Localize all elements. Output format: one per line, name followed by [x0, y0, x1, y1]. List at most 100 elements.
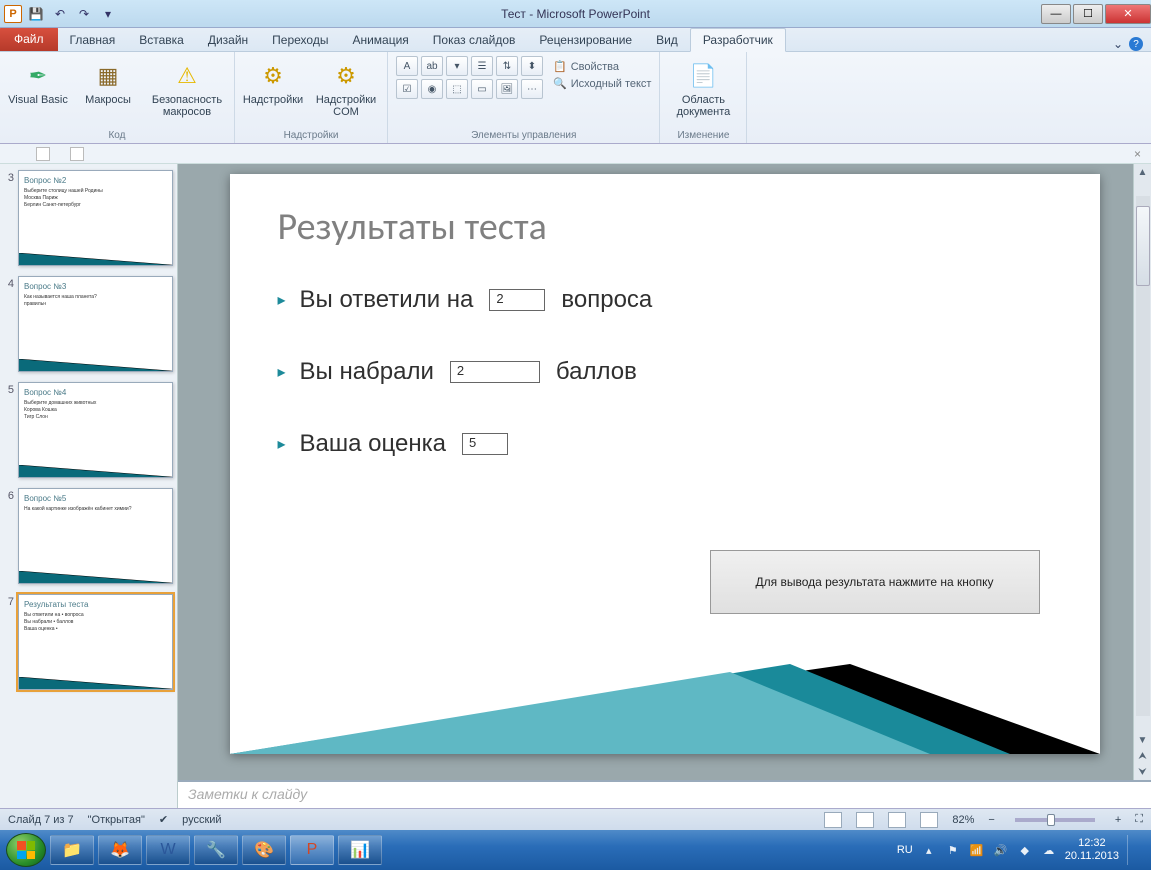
grade-textbox[interactable]: 5 [462, 433, 508, 455]
tab-slideshow[interactable]: Показ слайдов [421, 29, 528, 51]
row-text[interactable]: Ваша оценка [300, 430, 446, 458]
start-button[interactable] [6, 833, 46, 867]
pane-close-icon[interactable]: × [1134, 147, 1141, 161]
minimize-ribbon-icon[interactable]: ⌄ [1113, 37, 1123, 51]
maximize-button[interactable]: ☐ [1073, 4, 1103, 24]
control-spin[interactable]: ⇅ [496, 56, 518, 76]
tab-animation[interactable]: Анимация [340, 29, 420, 51]
help-icon[interactable]: ? [1129, 37, 1143, 51]
thumbnail-row[interactable]: 7Результаты тестаВы ответили на • вопрос… [4, 594, 173, 690]
fit-window-button[interactable]: ⛶ [1135, 813, 1143, 826]
task-app[interactable]: 📊 [338, 835, 382, 865]
tab-transitions[interactable]: Переходы [260, 29, 340, 51]
control-button[interactable]: ▭ [471, 79, 493, 99]
control-image[interactable]: 🖼 [496, 79, 518, 99]
normal-view-button[interactable] [824, 812, 842, 828]
tray-volume-icon[interactable]: 🔊 [993, 842, 1009, 858]
task-explorer[interactable]: 📁 [50, 835, 94, 865]
tab-home[interactable]: Главная [58, 29, 128, 51]
zoom-in-button[interactable]: + [1115, 814, 1121, 826]
tray-show-hidden-icon[interactable]: ▴ [921, 842, 937, 858]
task-paint[interactable]: 🎨 [242, 835, 286, 865]
control-scroll[interactable]: ⬍ [521, 56, 543, 76]
thumbnail-row[interactable]: 6Вопрос №5На какой картинке изображён ка… [4, 488, 173, 584]
task-word[interactable]: W [146, 835, 190, 865]
row-text[interactable]: Вы ответили на [300, 286, 474, 314]
thumbnail[interactable]: Вопрос №4Выберите домашних животныхКоров… [18, 382, 173, 478]
control-combo[interactable]: ▾ [446, 56, 468, 76]
tray-flag-icon[interactable]: ⚑ [945, 842, 961, 858]
control-more[interactable]: ⋯ [521, 79, 543, 99]
minimize-button[interactable]: — [1041, 4, 1071, 24]
control-option[interactable]: ◉ [421, 79, 443, 99]
thumbnail-row[interactable]: 3Вопрос №2Выберите столицу нашей РодиныМ… [4, 170, 173, 266]
qat-customize-button[interactable]: ▾ [98, 5, 118, 23]
scroll-track[interactable] [1136, 196, 1150, 716]
vertical-scrollbar[interactable]: ▲ ▼ ⮝ ⮟ [1133, 164, 1151, 780]
scroll-down-icon[interactable]: ▼ [1134, 732, 1151, 748]
view-code-button[interactable]: 🔍Исходный текст [553, 77, 651, 90]
control-toggle[interactable]: ⬚ [446, 79, 468, 99]
addins-button[interactable]: Надстройки [243, 56, 303, 106]
com-addins-button[interactable]: Надстройки COM [313, 56, 379, 118]
visual-basic-button[interactable]: Visual Basic [8, 56, 68, 106]
control-label[interactable]: A [396, 56, 418, 76]
task-powerpoint[interactable]: P [290, 835, 334, 865]
scroll-thumb[interactable] [1136, 206, 1150, 286]
close-button[interactable]: ✕ [1105, 4, 1151, 24]
tray-cloud-icon[interactable]: ☁ [1041, 842, 1057, 858]
document-panel-button[interactable]: Область документа [668, 56, 738, 118]
notes-pane[interactable]: Заметки к слайду [178, 780, 1151, 808]
tab-view[interactable]: Вид [644, 29, 690, 51]
zoom-value[interactable]: 82% [952, 814, 974, 826]
outline-tab-icon[interactable] [70, 147, 84, 161]
tab-developer[interactable]: Разработчик [690, 28, 786, 52]
file-tab[interactable]: Файл [0, 27, 58, 51]
score-textbox[interactable]: 2 [450, 361, 540, 383]
thumbnail-pane[interactable]: 3Вопрос №2Выберите столицу нашей РодиныМ… [0, 164, 178, 808]
row-text[interactable]: баллов [556, 358, 637, 386]
next-slide-icon[interactable]: ⮟ [1134, 764, 1151, 780]
slides-tab-icon[interactable] [36, 147, 50, 161]
slide-canvas[interactable]: Результаты теста ▸ Вы ответили на 2 вопр… [178, 164, 1151, 780]
tab-insert[interactable]: Вставка [127, 29, 196, 51]
tab-design[interactable]: Дизайн [196, 29, 260, 51]
sorter-view-button[interactable] [856, 812, 874, 828]
slide-title[interactable]: Результаты теста [278, 204, 1052, 250]
show-desktop-button[interactable] [1127, 835, 1137, 865]
qat-undo-button[interactable]: ↶ [50, 5, 70, 23]
row-text[interactable]: вопроса [561, 286, 652, 314]
tray-network-icon[interactable]: 📶 [969, 842, 985, 858]
reading-view-button[interactable] [888, 812, 906, 828]
language-indicator[interactable]: русский [182, 814, 221, 826]
thumbnail-row[interactable]: 5Вопрос №4Выберите домашних животныхКоро… [4, 382, 173, 478]
row-text[interactable]: Вы набрали [300, 358, 434, 386]
thumbnail[interactable]: Вопрос №5На какой картинке изображён каб… [18, 488, 173, 584]
thumbnail[interactable]: Вопрос №2Выберите столицу нашей РодиныМо… [18, 170, 173, 266]
thumbnail[interactable]: Результаты тестаВы ответили на • вопроса… [18, 594, 173, 690]
properties-button[interactable]: 📋Свойства [553, 60, 651, 73]
scroll-up-icon[interactable]: ▲ [1134, 164, 1151, 180]
answered-textbox[interactable]: 2 [489, 289, 545, 311]
prev-slide-icon[interactable]: ⮝ [1134, 748, 1151, 764]
thumbnail-row[interactable]: 4Вопрос №3Как называется наша планета?пр… [4, 276, 173, 372]
control-textbox[interactable]: ab [421, 56, 443, 76]
spell-icon[interactable]: ✔ [159, 813, 168, 826]
tray-app-icon[interactable]: ◆ [1017, 842, 1033, 858]
zoom-out-button[interactable]: − [988, 814, 994, 826]
qat-save-button[interactable]: 💾 [26, 5, 46, 23]
clock[interactable]: 12:32 20.11.2013 [1065, 837, 1119, 863]
slideshow-view-button[interactable] [920, 812, 938, 828]
macros-button[interactable]: Макросы [78, 56, 138, 106]
control-checkbox[interactable]: ☑ [396, 79, 418, 99]
zoom-knob[interactable] [1047, 814, 1055, 826]
task-firefox[interactable]: 🦊 [98, 835, 142, 865]
show-result-button[interactable]: Для вывода результата нажмите на кнопку [710, 550, 1040, 614]
lang-indicator[interactable]: RU [897, 844, 913, 856]
macro-security-button[interactable]: Безопасность макросов [148, 56, 226, 118]
control-list[interactable]: ☰ [471, 56, 493, 76]
qat-redo-button[interactable]: ↷ [74, 5, 94, 23]
zoom-slider[interactable] [1015, 818, 1095, 822]
thumbnail[interactable]: Вопрос №3Как называется наша планета?пра… [18, 276, 173, 372]
tab-review[interactable]: Рецензирование [527, 29, 644, 51]
